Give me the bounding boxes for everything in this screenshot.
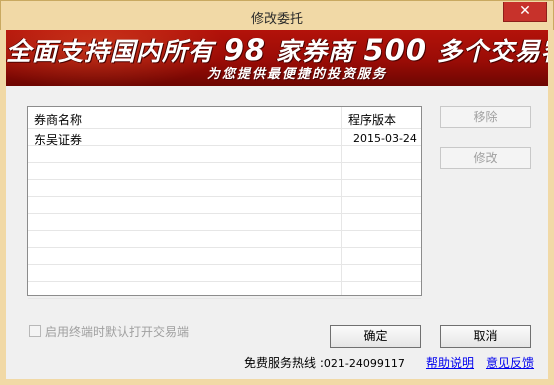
table-row-empty (28, 231, 421, 248)
table-body: 东吴证券 2015-03-24 (28, 129, 421, 299)
banner-text-3: 多个交易客户端 (436, 37, 548, 66)
remove-button[interactable]: 移除 (440, 106, 531, 128)
edit-button[interactable]: 修改 (440, 147, 531, 169)
banner-number-brokers: 98 (223, 33, 267, 67)
banner-number-clients: 500 (363, 33, 428, 67)
title-bar: 修改委托 ✕ (0, 0, 554, 30)
column-header-version[interactable]: 程序版本 (348, 111, 396, 128)
window-title: 修改委托 (250, 12, 303, 27)
close-button[interactable]: ✕ (503, 2, 547, 22)
window-frame-bottom (0, 379, 554, 385)
hotline-label: 免费服务热线 : (244, 356, 324, 370)
help-link[interactable]: 帮助说明 (426, 354, 474, 371)
service-hotline: 免费服务热线 :021-24099117 (244, 354, 405, 371)
banner-text-1: 全面支持国内所有 (6, 37, 215, 66)
window-frame-right (548, 30, 554, 385)
hotline-number: 021-24099117 (323, 357, 405, 370)
ok-button[interactable]: 确定 (330, 325, 421, 348)
table-row-empty (28, 265, 421, 282)
auto-open-label: 启用终端时默认打开交易端 (45, 325, 190, 339)
broker-list[interactable]: 券商名称 程序版本 东吴证券 2015-03-24 (27, 106, 422, 299)
version-cell: 2015-03-24 (353, 132, 417, 145)
table-row-empty (28, 146, 421, 163)
banner-text-2: 家券商 (275, 37, 354, 66)
table-header: 券商名称 程序版本 (28, 107, 421, 129)
content-panel: 券商名称 程序版本 东吴证券 2015-03-24 移除 修改 启用终端时默认打… (6, 86, 548, 379)
column-header-broker-name[interactable]: 券商名称 (34, 111, 82, 128)
table-row[interactable]: 东吴证券 2015-03-24 (28, 129, 421, 147)
table-row-empty (28, 248, 421, 265)
table-row-empty (28, 214, 421, 231)
cancel-button[interactable]: 取消 (440, 325, 531, 348)
auto-open-checkbox[interactable] (29, 325, 41, 337)
promo-banner: 全面支持国内所有 98 家券商 500 多个交易客户端 为您提供最便捷的投资服务 (6, 30, 548, 86)
banner-subtitle: 为您提供最便捷的投资服务 (206, 67, 387, 82)
table-row-empty (28, 180, 421, 197)
table-row-empty (28, 163, 421, 180)
table-row-empty (28, 197, 421, 214)
feedback-link[interactable]: 意见反馈 (486, 354, 534, 371)
close-icon: ✕ (519, 3, 531, 19)
table-row-empty (28, 282, 421, 299)
